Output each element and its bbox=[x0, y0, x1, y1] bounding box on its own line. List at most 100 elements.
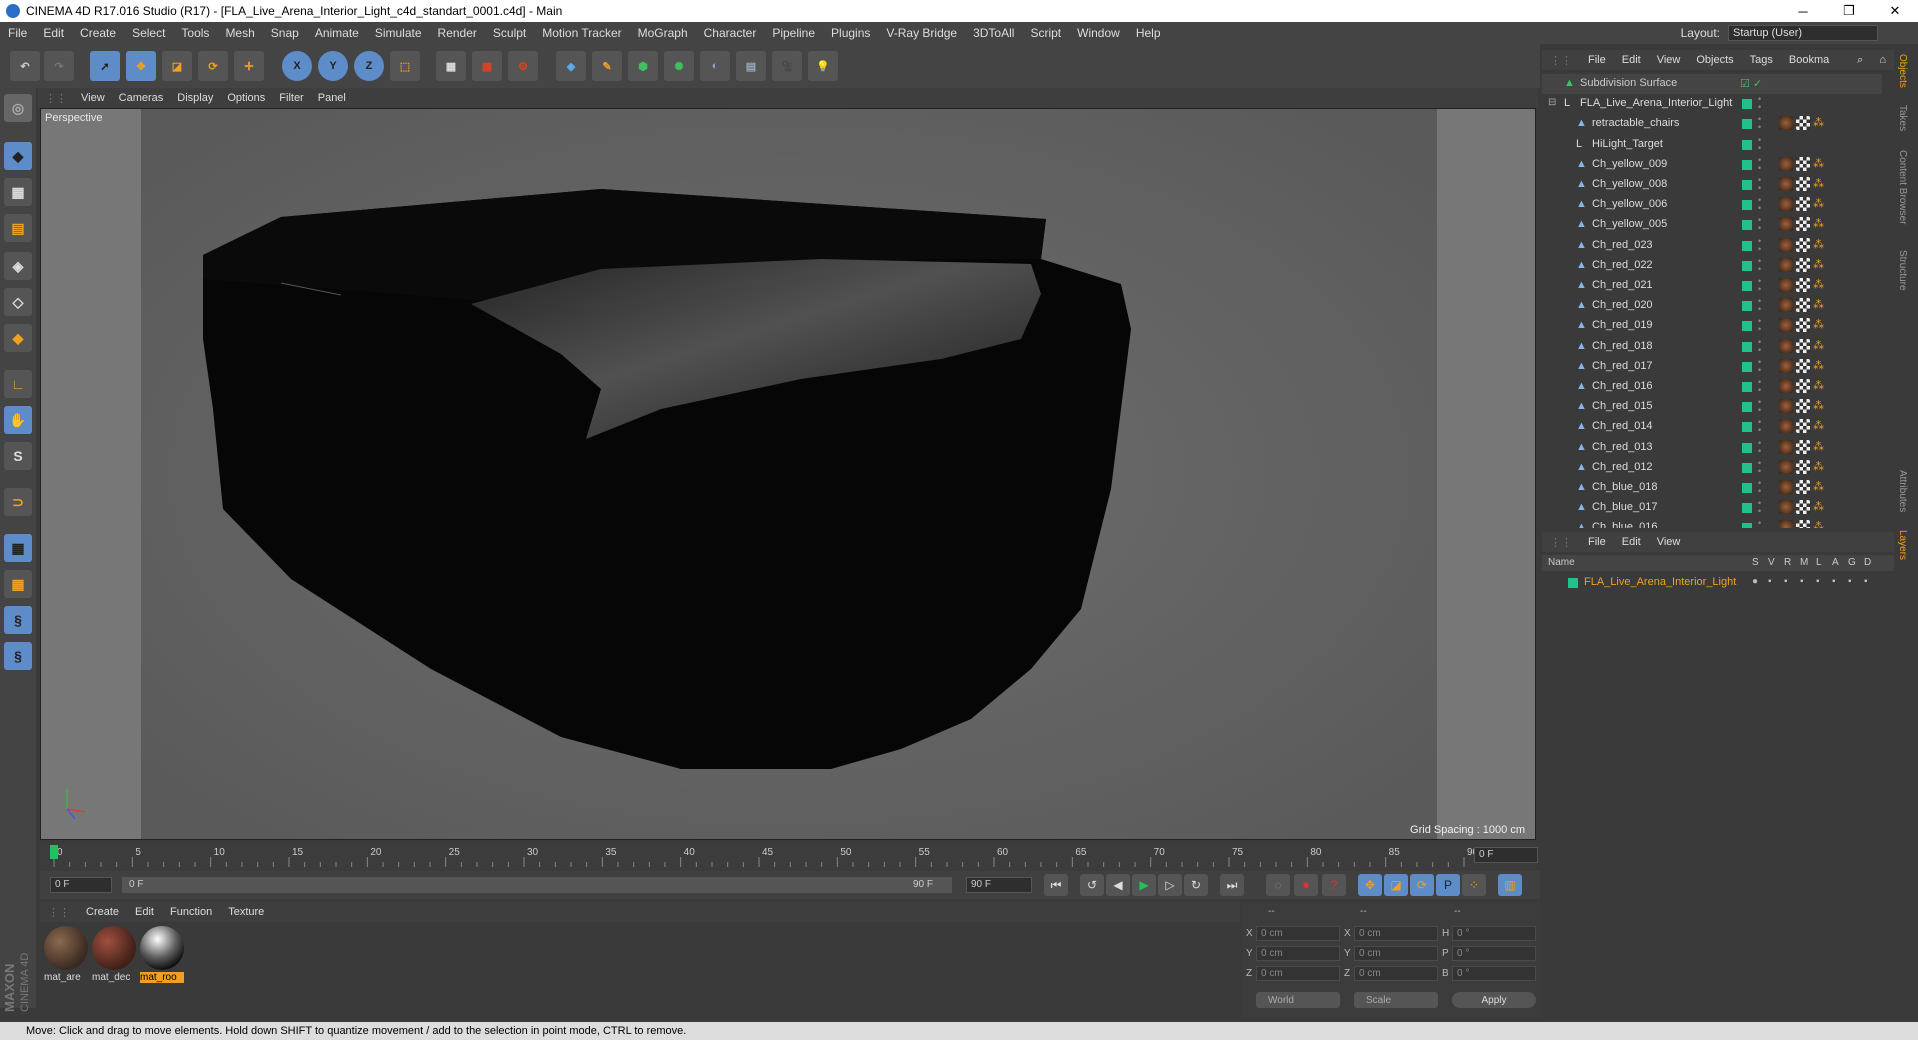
size-x-field[interactable]: 0 cm bbox=[1354, 926, 1438, 941]
object-row[interactable]: ▲ Ch_red_019 • • ⁂ bbox=[1542, 316, 1882, 336]
visibility-dots-icon[interactable]: •• bbox=[1758, 337, 1761, 354]
selection-tag-icon[interactable]: ⁂ bbox=[1813, 419, 1827, 433]
visibility-dots-icon[interactable]: •• bbox=[1758, 277, 1761, 294]
position-z-field[interactable]: 0 cm bbox=[1256, 966, 1340, 981]
material-tag-icon[interactable] bbox=[1779, 358, 1793, 373]
side-tab-attributes[interactable]: Attributes bbox=[1897, 470, 1908, 512]
key-rotation-icon[interactable]: ⟳ bbox=[1410, 874, 1434, 896]
workplane-lock-icon[interactable]: ▦ bbox=[4, 534, 32, 562]
magnet-icon[interactable]: ⊃ bbox=[4, 488, 32, 516]
object-menu-bookma[interactable]: Bookma bbox=[1781, 54, 1837, 66]
texture-tag-icon[interactable] bbox=[1796, 177, 1810, 191]
texture-tag-icon[interactable] bbox=[1796, 358, 1810, 373]
expand-toggle-icon[interactable]: ⊟ bbox=[1548, 98, 1559, 109]
texture-tag-icon[interactable] bbox=[1796, 399, 1810, 414]
current-frame-field[interactable]: 0 F bbox=[1474, 847, 1538, 863]
texture-tag-icon[interactable] bbox=[1796, 116, 1810, 131]
object-row[interactable]: ▲ Ch_blue_018 • • ⁂ bbox=[1542, 478, 1882, 498]
visibility-dots-icon[interactable]: •• bbox=[1758, 499, 1761, 516]
selection-tag-icon[interactable]: ⁂ bbox=[1813, 399, 1827, 413]
object-row[interactable]: ▲ Ch_blue_016 •• ⁂ bbox=[1542, 518, 1882, 528]
material-tag-icon[interactable] bbox=[1779, 278, 1793, 292]
material-tag-icon[interactable] bbox=[1779, 217, 1793, 232]
layer-render-toggle-icon[interactable]: ▪ bbox=[1784, 576, 1788, 587]
viewport-menu-display[interactable]: Display bbox=[170, 92, 220, 104]
layer-color-swatch[interactable] bbox=[1742, 483, 1752, 493]
go-to-end-icon[interactable]: ⏭ bbox=[1220, 874, 1244, 896]
selection-tag-icon[interactable]: ⁂ bbox=[1813, 157, 1827, 171]
visibility-dots-icon[interactable]: •• bbox=[1758, 458, 1761, 475]
transform-tool-icon[interactable]: ✛ bbox=[234, 51, 264, 81]
make-editable-icon[interactable]: ◎ bbox=[4, 94, 32, 122]
selection-tag-icon[interactable]: ⁂ bbox=[1813, 339, 1827, 353]
visibility-dots-icon[interactable]: •• bbox=[1758, 418, 1761, 435]
layer-color-swatch[interactable] bbox=[1742, 281, 1752, 291]
position-x-field[interactable]: 0 cm bbox=[1256, 926, 1340, 941]
object-menu-objects[interactable]: Objects bbox=[1688, 54, 1741, 66]
next-frame-icon[interactable]: ▷ bbox=[1158, 874, 1182, 896]
position-y-field[interactable]: 0 cm bbox=[1256, 946, 1340, 961]
object-row[interactable]: ▲ Subdivision Surface ☑ ✓ bbox=[1542, 74, 1882, 94]
selection-tag-icon[interactable]: ⁂ bbox=[1813, 520, 1827, 528]
layer-color-swatch[interactable] bbox=[1742, 301, 1752, 312]
layer-color-swatch[interactable] bbox=[1742, 159, 1752, 170]
material-tag-icon[interactable] bbox=[1779, 338, 1793, 353]
texture-tag-icon[interactable] bbox=[1796, 217, 1810, 232]
material-menu-create[interactable]: Create bbox=[78, 906, 127, 918]
menu-simulate[interactable]: Simulate bbox=[367, 26, 430, 40]
layer-color-swatch[interactable] bbox=[1742, 422, 1752, 433]
key-position-icon[interactable]: ✥ bbox=[1358, 874, 1382, 896]
object-row[interactable]: ⊟ L FLA_Live_Arena_Interior_Light • • bbox=[1542, 94, 1882, 114]
material-tag-icon[interactable] bbox=[1779, 298, 1793, 313]
timeline-window-icon[interactable]: ▥ bbox=[1498, 874, 1522, 896]
move-tool-icon[interactable]: ✥ bbox=[126, 51, 156, 81]
close-button[interactable]: ✕ bbox=[1872, 0, 1918, 22]
texture-tag-icon[interactable] bbox=[1796, 197, 1810, 212]
layer-color-swatch[interactable] bbox=[1742, 200, 1752, 211]
material-tag-icon[interactable] bbox=[1779, 520, 1793, 528]
enabled-check-icon[interactable]: ☑ ✓ bbox=[1740, 77, 1762, 90]
material-tag-icon[interactable] bbox=[1779, 318, 1793, 333]
material-tag-icon[interactable] bbox=[1779, 500, 1793, 515]
visibility-dots-icon[interactable]: •• bbox=[1758, 236, 1761, 253]
selection-tag-icon[interactable]: ⁂ bbox=[1813, 359, 1827, 373]
side-tab-content-browser[interactable]: Content Browser bbox=[1897, 150, 1908, 224]
texture-tag-icon[interactable] bbox=[1796, 439, 1810, 454]
snap-icon[interactable]: S bbox=[4, 442, 32, 470]
material-tag-icon[interactable] bbox=[1779, 399, 1793, 414]
apply-button[interactable]: Apply bbox=[1452, 992, 1536, 1008]
selection-tag-icon[interactable]: ⁂ bbox=[1813, 379, 1827, 393]
layer-locked-toggle-icon[interactable]: ▪ bbox=[1816, 576, 1820, 587]
render-settings-icon[interactable]: ⚙ bbox=[508, 51, 538, 81]
object-row[interactable]: ▲ Ch_red_017 • • ⁂ bbox=[1542, 357, 1882, 377]
layer-solo-toggle-icon[interactable]: ● bbox=[1752, 576, 1758, 587]
auto-keying-icon[interactable]: ⏺ bbox=[1294, 874, 1318, 896]
layer-color-swatch[interactable] bbox=[1742, 180, 1752, 190]
menu-render[interactable]: Render bbox=[430, 26, 485, 40]
material-tag-icon[interactable] bbox=[1779, 177, 1793, 191]
subdivision-icon[interactable]: ⬢ bbox=[628, 51, 658, 81]
texture-tag-icon[interactable] bbox=[1796, 156, 1810, 171]
layer-color-swatch[interactable] bbox=[1742, 321, 1752, 332]
python-script-icon[interactable]: § bbox=[4, 642, 32, 670]
timeline-ruler[interactable]: 0 5 10 15 20 25 30 35 40 45 50 55 60 65 70 75 80 85 90 bbox=[40, 843, 1536, 871]
menu-window[interactable]: Window bbox=[1069, 26, 1128, 40]
layer-manager-toggle-icon[interactable]: ▪ bbox=[1800, 576, 1804, 587]
layer-color-swatch[interactable] bbox=[1742, 503, 1752, 514]
object-row[interactable]: ▲ Ch_red_018 • • ⁂ bbox=[1542, 337, 1882, 357]
panel-grip-icon[interactable]: ⋮⋮ bbox=[38, 92, 74, 105]
visibility-dots-icon[interactable]: •• bbox=[1758, 317, 1761, 334]
selection-tag-icon[interactable]: ⁂ bbox=[1813, 278, 1827, 292]
layer-color-swatch[interactable] bbox=[1742, 462, 1752, 473]
keyframe-selection-icon[interactable]: ? bbox=[1322, 874, 1346, 896]
record-keys-icon[interactable]: ◌ bbox=[1266, 874, 1290, 896]
play-icon[interactable]: ▶ bbox=[1132, 874, 1156, 896]
menu-mesh[interactable]: Mesh bbox=[217, 26, 262, 40]
texture-tag-icon[interactable] bbox=[1796, 318, 1810, 333]
layer-color-swatch[interactable] bbox=[1742, 139, 1752, 150]
material-tag-icon[interactable] bbox=[1779, 257, 1793, 272]
home-icon[interactable]: ⌂ bbox=[1871, 54, 1894, 66]
menu-animate[interactable]: Animate bbox=[307, 26, 367, 40]
key-scale-icon[interactable]: ◪ bbox=[1384, 874, 1408, 896]
texture-tag-icon[interactable] bbox=[1796, 379, 1810, 393]
